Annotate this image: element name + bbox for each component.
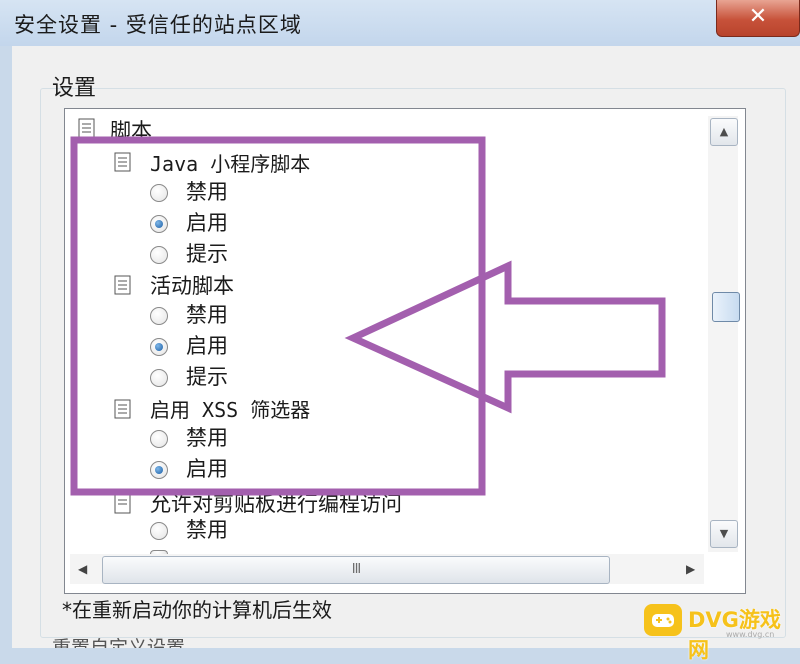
- script-icon: [114, 494, 131, 514]
- gamepad-icon: [644, 604, 682, 636]
- script-icon: [78, 118, 95, 138]
- scroll-down-button[interactable]: ▼: [710, 520, 738, 548]
- java-enable-label[interactable]: 启用: [186, 207, 228, 237]
- java-prompt-label[interactable]: 提示: [186, 238, 228, 268]
- close-button[interactable]: ✕: [716, 0, 800, 37]
- java-prompt-radio[interactable]: [150, 246, 168, 264]
- scroll-left-button[interactable]: ◀: [78, 562, 87, 576]
- active-enable-radio[interactable]: [150, 338, 168, 356]
- reset-custom-settings-label: 重置自定义设置: [52, 637, 186, 648]
- xss-enable-radio[interactable]: [150, 461, 168, 479]
- window-title: 安全设置 - 受信任的站点区域: [14, 13, 302, 37]
- section-java-applet: Java 小程序脚本: [150, 152, 311, 176]
- tree-root-scripts: 脚本: [110, 119, 152, 143]
- paste-disable-radio[interactable]: [150, 522, 168, 540]
- watermark-logo: DVG游戏网 www.dvg.cn: [644, 598, 794, 662]
- paste-disable-label[interactable]: 禁用: [186, 514, 228, 544]
- vertical-scrollbar[interactable]: [708, 116, 738, 552]
- script-icon: [114, 152, 131, 172]
- script-icon: [114, 399, 131, 419]
- restart-note: *在重新启动你的计算机后生效: [62, 598, 332, 622]
- title-bar: 安全设置 - 受信任的站点区域 ✕: [0, 0, 800, 46]
- xss-disable-label[interactable]: 禁用: [186, 422, 228, 452]
- watermark-url: www.dvg.cn: [726, 630, 775, 639]
- active-disable-radio[interactable]: [150, 307, 168, 325]
- scroll-right-button[interactable]: ▶: [686, 562, 695, 576]
- section-xss-filter: 启用 XSS 筛选器: [150, 398, 311, 422]
- active-disable-label[interactable]: 禁用: [186, 299, 228, 329]
- active-enable-label[interactable]: 启用: [186, 330, 228, 360]
- active-prompt-radio[interactable]: [150, 369, 168, 387]
- section-active-scripting: 活动脚本: [150, 274, 234, 298]
- script-icon: [114, 275, 131, 295]
- xss-disable-radio[interactable]: [150, 430, 168, 448]
- horizontal-scroll-thumb[interactable]: III: [102, 556, 610, 584]
- active-prompt-label[interactable]: 提示: [186, 361, 228, 391]
- scroll-up-button[interactable]: ▲: [710, 118, 738, 146]
- java-disable-label[interactable]: 禁用: [186, 176, 228, 206]
- settings-group-label: 设置: [52, 76, 97, 101]
- vertical-scroll-thumb[interactable]: [712, 292, 740, 322]
- xss-enable-label[interactable]: 启用: [186, 453, 228, 483]
- java-enable-radio[interactable]: [150, 215, 168, 233]
- java-disable-radio[interactable]: [150, 184, 168, 202]
